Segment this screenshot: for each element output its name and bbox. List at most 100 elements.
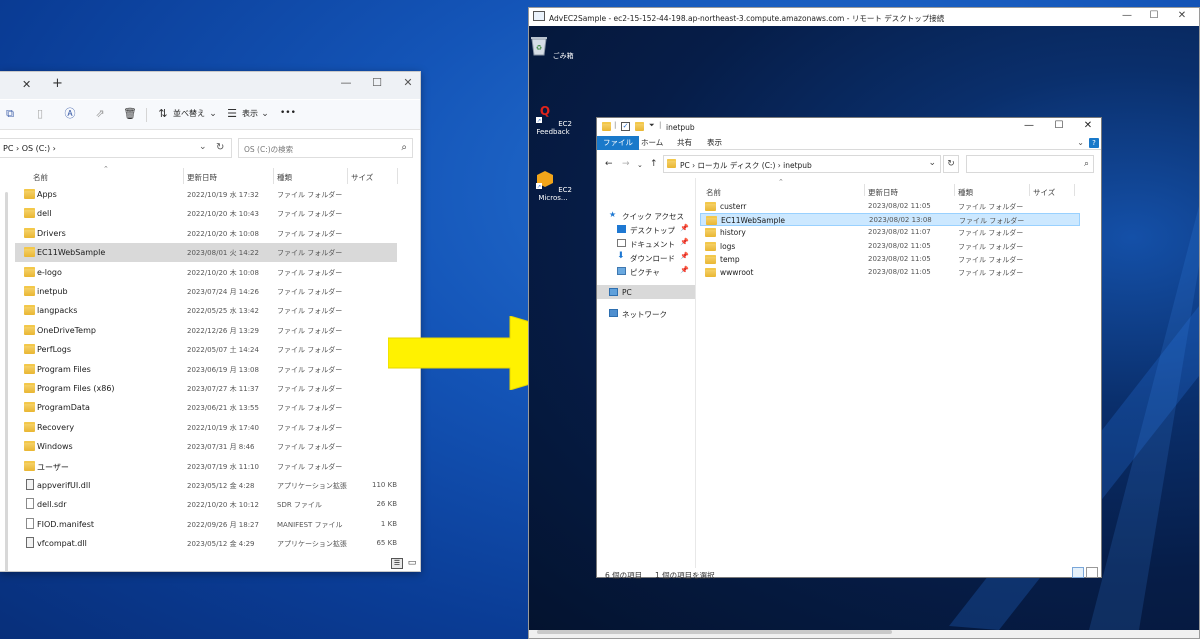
table-row[interactable]: temp 2023/08/02 11:05 ファイル フォルダー bbox=[700, 253, 1080, 266]
view-button[interactable]: 表示 bbox=[242, 108, 258, 119]
sort-button[interactable]: 並べ替え bbox=[173, 108, 205, 119]
column-type[interactable]: 種類 bbox=[277, 172, 292, 183]
nav-desktop[interactable]: デスクトップ 📌 bbox=[597, 222, 695, 236]
chevron-down-icon[interactable]: ⏷ bbox=[649, 121, 655, 130]
table-row[interactable]: EC11WebSample 2023/08/02 13:08 ファイル フォルダー bbox=[700, 213, 1080, 227]
column-type[interactable]: 種類 bbox=[958, 187, 973, 198]
pin-icon[interactable]: 📌 bbox=[680, 238, 689, 246]
desktop-icon-recycle-bin[interactable]: ♻ ごみ箱 bbox=[529, 34, 576, 61]
table-row[interactable]: langpacks 2022/05/25 水 13:42 ファイル フォルダー bbox=[15, 301, 397, 320]
chevron-down-icon[interactable]: ⌄ bbox=[257, 106, 273, 122]
table-row[interactable]: Drivers 2022/10/20 木 10:08 ファイル フォルダー bbox=[15, 224, 397, 243]
tab-close-icon[interactable]: ✕ bbox=[22, 78, 31, 91]
chevron-down-icon[interactable]: ⌄ bbox=[637, 161, 643, 169]
nav-pc[interactable]: PC bbox=[597, 285, 695, 299]
desktop-icon-ec2-feedback[interactable]: Q ↗ EC2 Feedback bbox=[529, 102, 578, 136]
properties-icon[interactable]: ✓ bbox=[621, 122, 630, 131]
desktop-icon-ec2-microsoft[interactable]: ↗ EC2 Micros... bbox=[529, 168, 578, 202]
details-view-icon[interactable] bbox=[1072, 567, 1084, 578]
close-button[interactable]: ✕ bbox=[1172, 10, 1192, 21]
view-icon[interactable]: ☰ bbox=[224, 106, 240, 122]
column-date[interactable]: 更新日時 bbox=[868, 187, 898, 198]
column-name[interactable]: 名前 bbox=[706, 187, 721, 198]
search-input[interactable]: ⌕ bbox=[966, 155, 1094, 173]
minimize-button[interactable]: — bbox=[334, 75, 358, 91]
search-input[interactable]: OS (C:)の検索 bbox=[244, 144, 293, 155]
table-row[interactable]: custerr 2023/08/02 11:05 ファイル フォルダー bbox=[700, 200, 1080, 213]
tab-share[interactable]: 共有 bbox=[671, 136, 698, 150]
tab-home[interactable]: ホーム bbox=[635, 136, 669, 150]
table-row[interactable]: FIOD.manifest 2022/09/26 月 18:27 MANIFEST … bbox=[15, 515, 397, 534]
large-icons-view-icon[interactable]: ▭ bbox=[406, 558, 418, 569]
refresh-icon[interactable]: ↻ bbox=[216, 142, 224, 153]
table-row[interactable]: PerfLogs 2022/05/07 土 14:24 ファイル フォルダー bbox=[15, 340, 397, 359]
table-row[interactable]: vfcompat.dll 2023/05/12 金 4:29 アプリケーション拡張 6… bbox=[15, 534, 397, 553]
nav-pictures[interactable]: ピクチャ 📌 bbox=[597, 264, 695, 278]
chevron-down-icon[interactable]: ⌄ bbox=[1077, 138, 1084, 147]
column-size[interactable]: サイズ bbox=[1033, 187, 1055, 198]
table-row[interactable]: logs 2023/08/02 11:05 ファイル フォルダー bbox=[700, 240, 1080, 253]
up-icon[interactable]: ↑ bbox=[650, 159, 658, 169]
table-row[interactable]: Program Files (x86) 2023/07/27 木 11:37 ファイ… bbox=[15, 379, 397, 398]
column-date[interactable]: 更新日時 bbox=[187, 172, 217, 183]
search-box[interactable]: OS (C:)の検索 ⌕ bbox=[238, 138, 413, 158]
breadcrumb[interactable]: PC › ローカル ディスク (C:) › inetpub bbox=[680, 160, 812, 171]
tab-file[interactable]: ファイル bbox=[597, 136, 639, 150]
nav-downloads[interactable]: ⬇ ダウンロード 📌 bbox=[597, 250, 695, 264]
share-icon[interactable]: ⇗ bbox=[92, 106, 108, 122]
pin-icon[interactable]: 📌 bbox=[680, 224, 689, 232]
scrollbar[interactable] bbox=[5, 192, 8, 571]
column-size[interactable]: サイズ bbox=[351, 172, 373, 183]
address-bar[interactable]: PC › OS (C:) › ⌄ ↻ bbox=[0, 138, 232, 158]
copy-icon[interactable]: ⧉ bbox=[2, 106, 18, 122]
delete-icon[interactable]: 🗑 bbox=[122, 106, 138, 122]
pin-icon[interactable]: 📌 bbox=[680, 252, 689, 260]
address-bar[interactable]: PC › ローカル ディスク (C:) › inetpub ⌄ bbox=[663, 155, 941, 173]
refresh-button[interactable]: ↻ bbox=[943, 155, 959, 173]
table-row[interactable]: EC11WebSample 2023/08/01 火 14:22 ファイル フォルダ… bbox=[15, 243, 397, 263]
minimize-button[interactable]: — bbox=[1117, 10, 1137, 21]
table-row[interactable]: Apps 2022/10/19 水 17:32 ファイル フォルダー bbox=[15, 185, 397, 204]
table-row[interactable]: history 2023/08/02 11:07 ファイル フォルダー bbox=[700, 226, 1080, 239]
details-view-icon[interactable]: ☰ bbox=[391, 558, 403, 569]
maximize-button[interactable]: ☐ bbox=[365, 75, 389, 91]
large-icons-view-icon[interactable] bbox=[1086, 567, 1098, 578]
table-row[interactable]: dell.sdr 2022/10/20 木 10:12 SDR ファイル 26 KB bbox=[15, 495, 397, 514]
table-row[interactable]: e-logo 2022/10/20 木 10:08 ファイル フォルダー bbox=[15, 263, 397, 282]
table-row[interactable]: ユーザー 2023/07/19 水 11:10 ファイル フォルダー bbox=[15, 457, 397, 476]
close-button[interactable]: ✕ bbox=[396, 75, 420, 91]
table-row[interactable]: OneDriveTemp 2022/12/26 月 13:29 ファイル フォルダー bbox=[15, 321, 397, 340]
table-row[interactable]: Windows 2023/07/31 月 8:46 ファイル フォルダー bbox=[15, 437, 397, 456]
new-folder-icon[interactable] bbox=[635, 122, 644, 131]
nav-documents[interactable]: ドキュメント 📌 bbox=[597, 236, 695, 250]
maximize-button[interactable]: ☐ bbox=[1144, 10, 1164, 21]
minimize-button[interactable]: — bbox=[1019, 120, 1039, 131]
explorer-window-local[interactable]: ✕ + — ☐ ✕ ⧉ ▯ Ⓐ ⇗ 🗑 ⇅ 並べ替え ⌄ ☰ 表示 ⌄ ••• … bbox=[0, 71, 421, 572]
new-tab-icon[interactable]: + bbox=[52, 76, 63, 91]
table-row[interactable]: dell 2022/10/20 木 10:43 ファイル フォルダー bbox=[15, 204, 397, 223]
pin-icon[interactable]: 📌 bbox=[680, 266, 689, 274]
back-icon[interactable]: ← bbox=[605, 159, 613, 169]
table-row[interactable]: appverifUI.dll 2023/05/12 金 4:28 アプリケーション拡… bbox=[15, 476, 397, 495]
column-name[interactable]: 名前 bbox=[33, 172, 48, 183]
table-row[interactable]: Program Files 2023/06/19 月 13:08 ファイル フォルダ… bbox=[15, 360, 397, 379]
breadcrumb[interactable]: PC › OS (C:) › bbox=[3, 144, 56, 153]
sort-icon[interactable]: ⇅ bbox=[155, 106, 171, 122]
close-button[interactable]: ✕ bbox=[1078, 120, 1098, 131]
tab-view[interactable]: 表示 bbox=[701, 136, 728, 150]
remote-desktop-window[interactable]: AdvEC2Sample - ec2-15-152-44-198.ap-nort… bbox=[528, 7, 1200, 639]
scrollbar[interactable] bbox=[537, 630, 892, 634]
explorer-window-remote[interactable]: | ✓ ⏷ | inetpub — ☐ ✕ ファイル ホーム 共有 表示 ⌄ ?… bbox=[596, 117, 1102, 580]
table-row[interactable]: wwwroot 2023/08/02 11:05 ファイル フォルダー bbox=[700, 266, 1080, 279]
more-options-button[interactable]: ••• bbox=[280, 108, 296, 118]
forward-icon[interactable]: → bbox=[622, 159, 630, 169]
nav-quick-access[interactable]: ★ クイック アクセス bbox=[597, 208, 695, 222]
help-icon[interactable]: ? bbox=[1089, 138, 1099, 148]
chevron-down-icon[interactable]: ⌄ bbox=[928, 158, 936, 168]
rename-icon[interactable]: Ⓐ bbox=[62, 106, 78, 122]
chevron-down-icon[interactable]: ⌄ bbox=[205, 106, 221, 122]
nav-network[interactable]: ネットワーク bbox=[597, 306, 695, 320]
table-row[interactable]: Recovery 2022/10/19 水 17:40 ファイル フォルダー bbox=[15, 418, 397, 437]
table-row[interactable]: ProgramData 2023/06/21 水 13:55 ファイル フォルダー bbox=[15, 398, 397, 417]
maximize-button[interactable]: ☐ bbox=[1049, 120, 1069, 131]
